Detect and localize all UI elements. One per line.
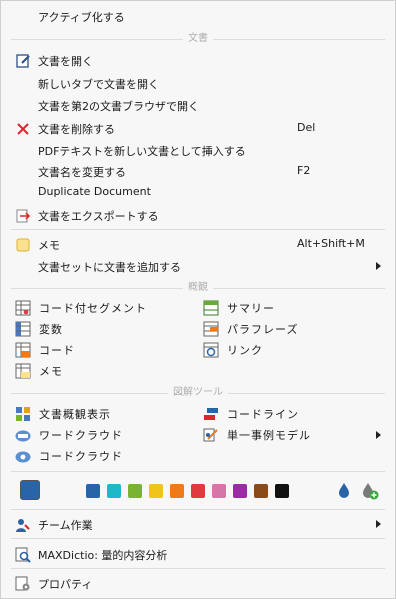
delete-x-icon — [17, 123, 29, 135]
section-header-visual-tools: 図解ツール — [11, 387, 385, 399]
color-drop-icon[interactable] — [337, 482, 351, 498]
menu-item-label: アクティブ化する — [38, 11, 125, 24]
codes-table-icon — [15, 342, 31, 358]
shortcut-label: Alt+Shift+M — [297, 237, 365, 250]
single-case-model-icon — [203, 428, 218, 442]
menu-item-single-case-model[interactable]: 単一事例モデル — [203, 425, 383, 445]
export-icon — [16, 209, 31, 223]
menu-item-rename-document[interactable]: 文書名を変更する F2 — [1, 161, 395, 182]
menu-item-open-document[interactable]: 文書を開く — [1, 50, 395, 71]
menu-item-activate[interactable]: アクティブ化する — [1, 6, 395, 27]
codeline-icon — [204, 408, 218, 420]
shortcut-label: F2 — [297, 164, 311, 177]
color-swatch-brown[interactable] — [254, 484, 268, 498]
menu-item-codes[interactable]: コード — [15, 340, 185, 360]
memo-note-icon — [16, 238, 30, 252]
menu-item-memos[interactable]: メモ — [15, 361, 185, 381]
variables-table-icon — [15, 321, 31, 337]
submenu-arrow-icon — [376, 431, 381, 439]
color-swatch-black[interactable] — [275, 484, 289, 498]
menu-item-open-in-new-tab[interactable]: 新しいタブで文書を開く — [1, 73, 395, 94]
menu-item-properties[interactable]: プロパティ — [1, 573, 395, 594]
section-header-document: 文書 — [11, 33, 385, 45]
links-table-icon — [203, 342, 219, 358]
color-swatch-pink[interactable] — [212, 484, 226, 498]
maxdictio-search-icon — [15, 547, 31, 563]
submenu-arrow-icon — [376, 520, 381, 528]
separator — [11, 471, 385, 472]
menu-item-paraphrase[interactable]: パラフレーズ — [203, 319, 373, 339]
code-cloud-icon — [15, 451, 31, 463]
menu-item-codeline[interactable]: コードライン — [203, 404, 373, 424]
color-swatch-purple[interactable] — [233, 484, 247, 498]
properties-icon — [15, 576, 30, 591]
color-swatch-red[interactable] — [191, 484, 205, 498]
menu-item-memo[interactable]: メモ Alt+Shift+M — [1, 234, 395, 255]
menu-item-coded-segments[interactable]: コード付セグメント — [15, 298, 185, 318]
edit-document-icon — [16, 54, 30, 68]
document-overview-icon — [16, 407, 30, 421]
summary-table-icon — [203, 300, 219, 316]
menu-item-document-overview[interactable]: 文書概観表示 — [15, 404, 185, 424]
menu-item-word-cloud[interactable]: ワードクラウド — [15, 425, 185, 445]
menu-item-links[interactable]: リンク — [203, 340, 373, 360]
menu-item-insert-pdf-text[interactable]: PDFテキストを新しい文書として挿入する — [1, 140, 395, 161]
shortcut-label: Del — [297, 121, 316, 134]
menu-item-summary[interactable]: サマリー — [203, 298, 373, 318]
menu-item-export-document[interactable]: 文書をエクスポートする — [1, 205, 395, 226]
menu-item-team-work[interactable]: チーム作業 — [1, 514, 395, 535]
color-swatch-yellow[interactable] — [149, 484, 163, 498]
menu-item-code-cloud[interactable]: コードクラウド — [15, 446, 185, 466]
submenu-arrow-icon — [376, 262, 381, 270]
paraphrase-table-icon — [203, 321, 219, 337]
current-color-button[interactable] — [20, 480, 40, 500]
context-menu: アクティブ化する 文書 文書を開く 新しいタブで文書を開く 文書を第2の文書ブラ… — [0, 0, 396, 599]
menu-item-add-to-document-set[interactable]: 文書セットに文書を追加する — [1, 256, 395, 277]
add-color-icon[interactable] — [361, 482, 379, 500]
separator — [11, 229, 385, 230]
color-swatch-blue[interactable] — [86, 484, 100, 498]
menu-item-delete-document[interactable]: 文書を削除する Del — [1, 118, 395, 139]
team-user-icon — [16, 519, 30, 532]
color-swatch-orange[interactable] — [170, 484, 184, 498]
menu-item-maxdictio[interactable]: MAXDictio: 量的内容分析 — [1, 544, 395, 565]
menu-item-open-in-second-browser[interactable]: 文書を第2の文書ブラウザで開く — [1, 95, 395, 116]
menu-item-duplicate-document[interactable]: Duplicate Document — [1, 182, 395, 203]
separator — [11, 538, 385, 539]
separator — [11, 568, 385, 569]
menu-item-variables[interactable]: 変数 — [15, 319, 185, 339]
separator — [11, 509, 385, 510]
memos-table-icon — [15, 363, 31, 379]
color-swatch-green[interactable] — [128, 484, 142, 498]
section-header-overview: 概観 — [11, 282, 385, 294]
coded-segments-table-icon — [15, 300, 31, 316]
word-cloud-icon — [15, 430, 31, 442]
color-swatch-cyan[interactable] — [107, 484, 121, 498]
